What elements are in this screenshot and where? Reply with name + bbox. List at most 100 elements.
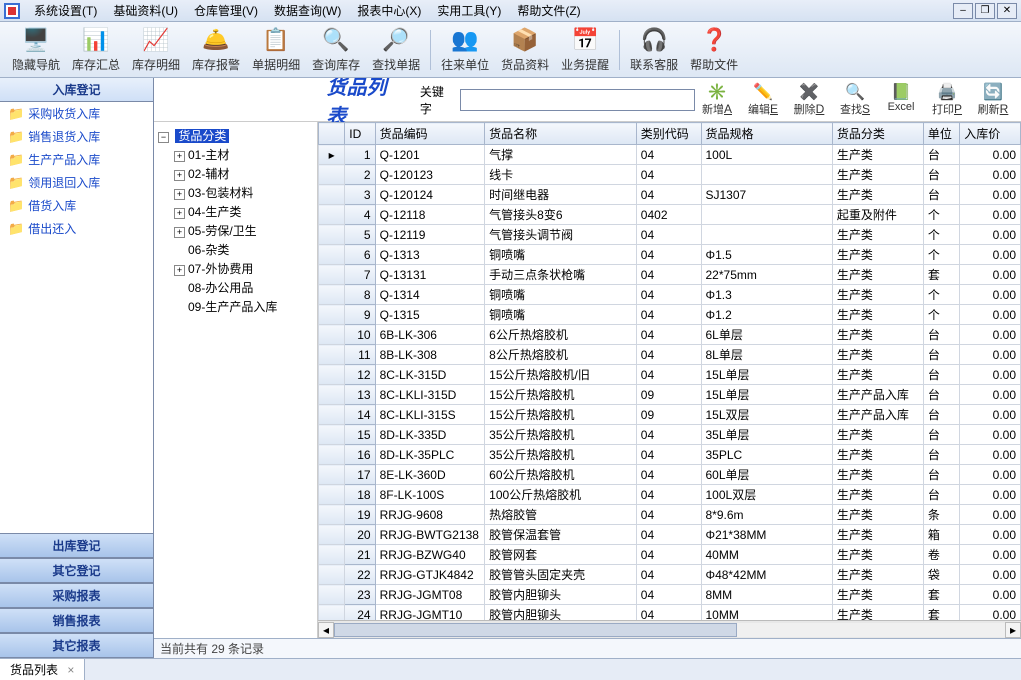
tool-label: 隐藏导航	[12, 56, 60, 73]
keyword-input[interactable]	[460, 89, 695, 111]
col-4[interactable]: 货品规格	[701, 123, 832, 145]
tree-node-7[interactable]: 08-办公用品	[174, 278, 313, 297]
tree-node-6[interactable]: +07-外协费用	[174, 259, 313, 278]
nav-link-3[interactable]: 📁领用退回入库	[0, 171, 153, 194]
table-row[interactable]: 148C-LKLI-315S15公斤热熔胶机0915L双层生产产品入库台0.00	[319, 405, 1021, 425]
nav-section-1[interactable]: 其它登记	[0, 558, 153, 583]
tool-单据明细[interactable]: 📋单据明细	[246, 24, 306, 75]
nav-section-3[interactable]: 销售报表	[0, 608, 153, 633]
tool-往来单位[interactable]: 👥往来单位	[435, 24, 495, 75]
tool-货品资料[interactable]: 📦货品资料	[495, 24, 555, 75]
menu-0[interactable]: 系统设置(T)	[26, 0, 105, 21]
table-row[interactable]: 6Q-1313铜喷嘴04Φ1.5生产类个0.00	[319, 245, 1021, 265]
table-row[interactable]: 24RRJG-JGMT10胶管内胆铆头0410MM生产类套0.00	[319, 605, 1021, 621]
tree-node-5[interactable]: 06-杂类	[174, 240, 313, 259]
tree-expand-icon[interactable]: +	[174, 265, 185, 276]
table-row[interactable]: 128C-LK-315D15公斤热熔胶机/旧0415L单层生产类台0.00	[319, 365, 1021, 385]
tool-业务提醒[interactable]: 📅业务提醒	[555, 24, 615, 75]
tree-node-3[interactable]: +04-生产类	[174, 202, 313, 221]
col-6[interactable]: 单位	[923, 123, 959, 145]
tree-collapse-icon[interactable]: −	[158, 132, 169, 143]
col-5[interactable]: 货品分类	[832, 123, 923, 145]
close-button[interactable]: ✕	[997, 3, 1017, 19]
tree-node-1[interactable]: +02-辅材	[174, 164, 313, 183]
nav-link-5[interactable]: 📁借出还入	[0, 217, 153, 240]
table-row[interactable]: 178E-LK-360D60公斤热熔胶机0460L单层生产类台0.00	[319, 465, 1021, 485]
action-删除[interactable]: ✖️删除D	[787, 80, 831, 120]
nav-link-2[interactable]: 📁生产产品入库	[0, 148, 153, 171]
tool-库存报警[interactable]: 🛎️库存报警	[186, 24, 246, 75]
menu-2[interactable]: 仓库管理(V)	[186, 0, 266, 21]
table-row[interactable]: 168D-LK-35PLC35公斤热熔胶机0435PLC生产类台0.00	[319, 445, 1021, 465]
menu-4[interactable]: 报表中心(X)	[349, 0, 429, 21]
table-row[interactable]: 5Q-12119气管接头调节阀04生产类个0.00	[319, 225, 1021, 245]
tree-expand-icon[interactable]: +	[174, 170, 185, 181]
action-新增[interactable]: ✳️新增A	[695, 80, 739, 120]
action-查找[interactable]: 🔍查找S	[833, 80, 877, 120]
table-row[interactable]: 23RRJG-JGMT08胶管内胆铆头048MM生产类套0.00	[319, 585, 1021, 605]
table-row[interactable]: 4Q-12118气管接头8变60402起重及附件个0.00	[319, 205, 1021, 225]
scroll-left-icon[interactable]: ◂	[318, 622, 334, 638]
tool-库存汇总[interactable]: 📊库存汇总	[66, 24, 126, 75]
table-row[interactable]: 188F-LK-100S100公斤热熔胶机04100L双层生产类台0.00	[319, 485, 1021, 505]
scroll-right-icon[interactable]: ▸	[1005, 622, 1021, 638]
product-grid[interactable]: ID货品编码货品名称类别代码货品规格货品分类单位入库价 ▸1Q-1201气撑04…	[318, 122, 1021, 620]
nav-link-0[interactable]: 📁采购收货入库	[0, 102, 153, 125]
tab-product-list[interactable]: 货品列表 ×	[0, 659, 85, 680]
tool-隐藏导航[interactable]: 🖥️隐藏导航	[6, 24, 66, 75]
category-tree[interactable]: − 货品分类 +01-主材+02-辅材+03-包装材料+04-生产类+05-劳保…	[154, 122, 318, 638]
table-row[interactable]: 22RRJG-GTJK4842胶管管头固定夹壳04Φ48*42MM生产类袋0.0…	[319, 565, 1021, 585]
table-row[interactable]: 7Q-13131手动三点条状枪嘴0422*75mm生产类套0.00	[319, 265, 1021, 285]
cell: 生产类	[832, 265, 923, 285]
tool-帮助文件[interactable]: ❓帮助文件	[684, 24, 744, 75]
tree-root[interactable]: 货品分类	[175, 129, 229, 143]
menu-6[interactable]: 帮助文件(Z)	[509, 0, 588, 21]
col-3[interactable]: 类别代码	[636, 123, 701, 145]
horizontal-scrollbar[interactable]: ◂ ▸	[318, 620, 1021, 638]
col-1[interactable]: 货品编码	[375, 123, 485, 145]
action-Excel[interactable]: 📗Excel	[879, 80, 923, 120]
menu-3[interactable]: 数据查询(W)	[266, 0, 349, 21]
tree-expand-icon[interactable]: +	[174, 189, 185, 200]
minimize-button[interactable]: –	[953, 3, 973, 19]
nav-section-2[interactable]: 采购报表	[0, 583, 153, 608]
restore-button[interactable]: ❐	[975, 3, 995, 19]
tree-node-2[interactable]: +03-包装材料	[174, 183, 313, 202]
tab-close-icon[interactable]: ×	[67, 663, 74, 677]
action-打印[interactable]: 🖨️打印P	[925, 80, 969, 120]
nav-section-inbound[interactable]: 入库登记	[0, 78, 153, 102]
table-row[interactable]: 8Q-1314铜喷嘴04Φ1.3生产类个0.00	[319, 285, 1021, 305]
tree-node-8[interactable]: 09-生产产品入库	[174, 297, 313, 316]
tree-node-0[interactable]: +01-主材	[174, 145, 313, 164]
tree-node-4[interactable]: +05-劳保/卫生	[174, 221, 313, 240]
table-row[interactable]: 21RRJG-BZWG40胶管网套0440MM生产类卷0.00	[319, 545, 1021, 565]
table-row[interactable]: 138C-LKLI-315D15公斤热熔胶机0915L单层生产产品入库台0.00	[319, 385, 1021, 405]
menu-1[interactable]: 基础资料(U)	[105, 0, 186, 21]
nav-section-4[interactable]: 其它报表	[0, 633, 153, 658]
tool-查询库存[interactable]: 🔍查询库存	[306, 24, 366, 75]
tool-联系客服[interactable]: 🎧联系客服	[624, 24, 684, 75]
action-刷新[interactable]: 🔄刷新R	[971, 80, 1015, 120]
table-row[interactable]: 158D-LK-335D35公斤热熔胶机0435L单层生产类台0.00	[319, 425, 1021, 445]
col-0[interactable]: ID	[345, 123, 375, 145]
menu-5[interactable]: 实用工具(Y)	[429, 0, 509, 21]
nav-section-0[interactable]: 出库登记	[0, 533, 153, 558]
col-7[interactable]: 入库价	[960, 123, 1021, 145]
tree-expand-icon[interactable]: +	[174, 208, 185, 219]
tree-expand-icon[interactable]: +	[174, 151, 185, 162]
table-row[interactable]: 19RRJG-9608热熔胶管048*9.6m生产类条0.00	[319, 505, 1021, 525]
table-row[interactable]: 2Q-120123线卡04生产类台0.00	[319, 165, 1021, 185]
table-row[interactable]: 106B-LK-3066公斤热熔胶机046L单层生产类台0.00	[319, 325, 1021, 345]
table-row[interactable]: 9Q-1315铜喷嘴04Φ1.2生产类个0.00	[319, 305, 1021, 325]
tool-库存明细[interactable]: 📈库存明细	[126, 24, 186, 75]
col-2[interactable]: 货品名称	[485, 123, 637, 145]
tree-expand-icon[interactable]: +	[174, 227, 185, 238]
nav-link-4[interactable]: 📁借货入库	[0, 194, 153, 217]
nav-link-1[interactable]: 📁销售退货入库	[0, 125, 153, 148]
action-编辑[interactable]: ✏️编辑E	[741, 80, 785, 120]
table-row[interactable]: 118B-LK-3088公斤热熔胶机048L单层生产类台0.00	[319, 345, 1021, 365]
tool-查找单据[interactable]: 🔎查找单据	[366, 24, 426, 75]
table-row[interactable]: 20RRJG-BWTG2138胶管保温套管04Φ21*38MM生产类箱0.00	[319, 525, 1021, 545]
table-row[interactable]: ▸1Q-1201气撑04100L生产类台0.00	[319, 145, 1021, 165]
table-row[interactable]: 3Q-120124时间继电器04SJ1307生产类台0.00	[319, 185, 1021, 205]
